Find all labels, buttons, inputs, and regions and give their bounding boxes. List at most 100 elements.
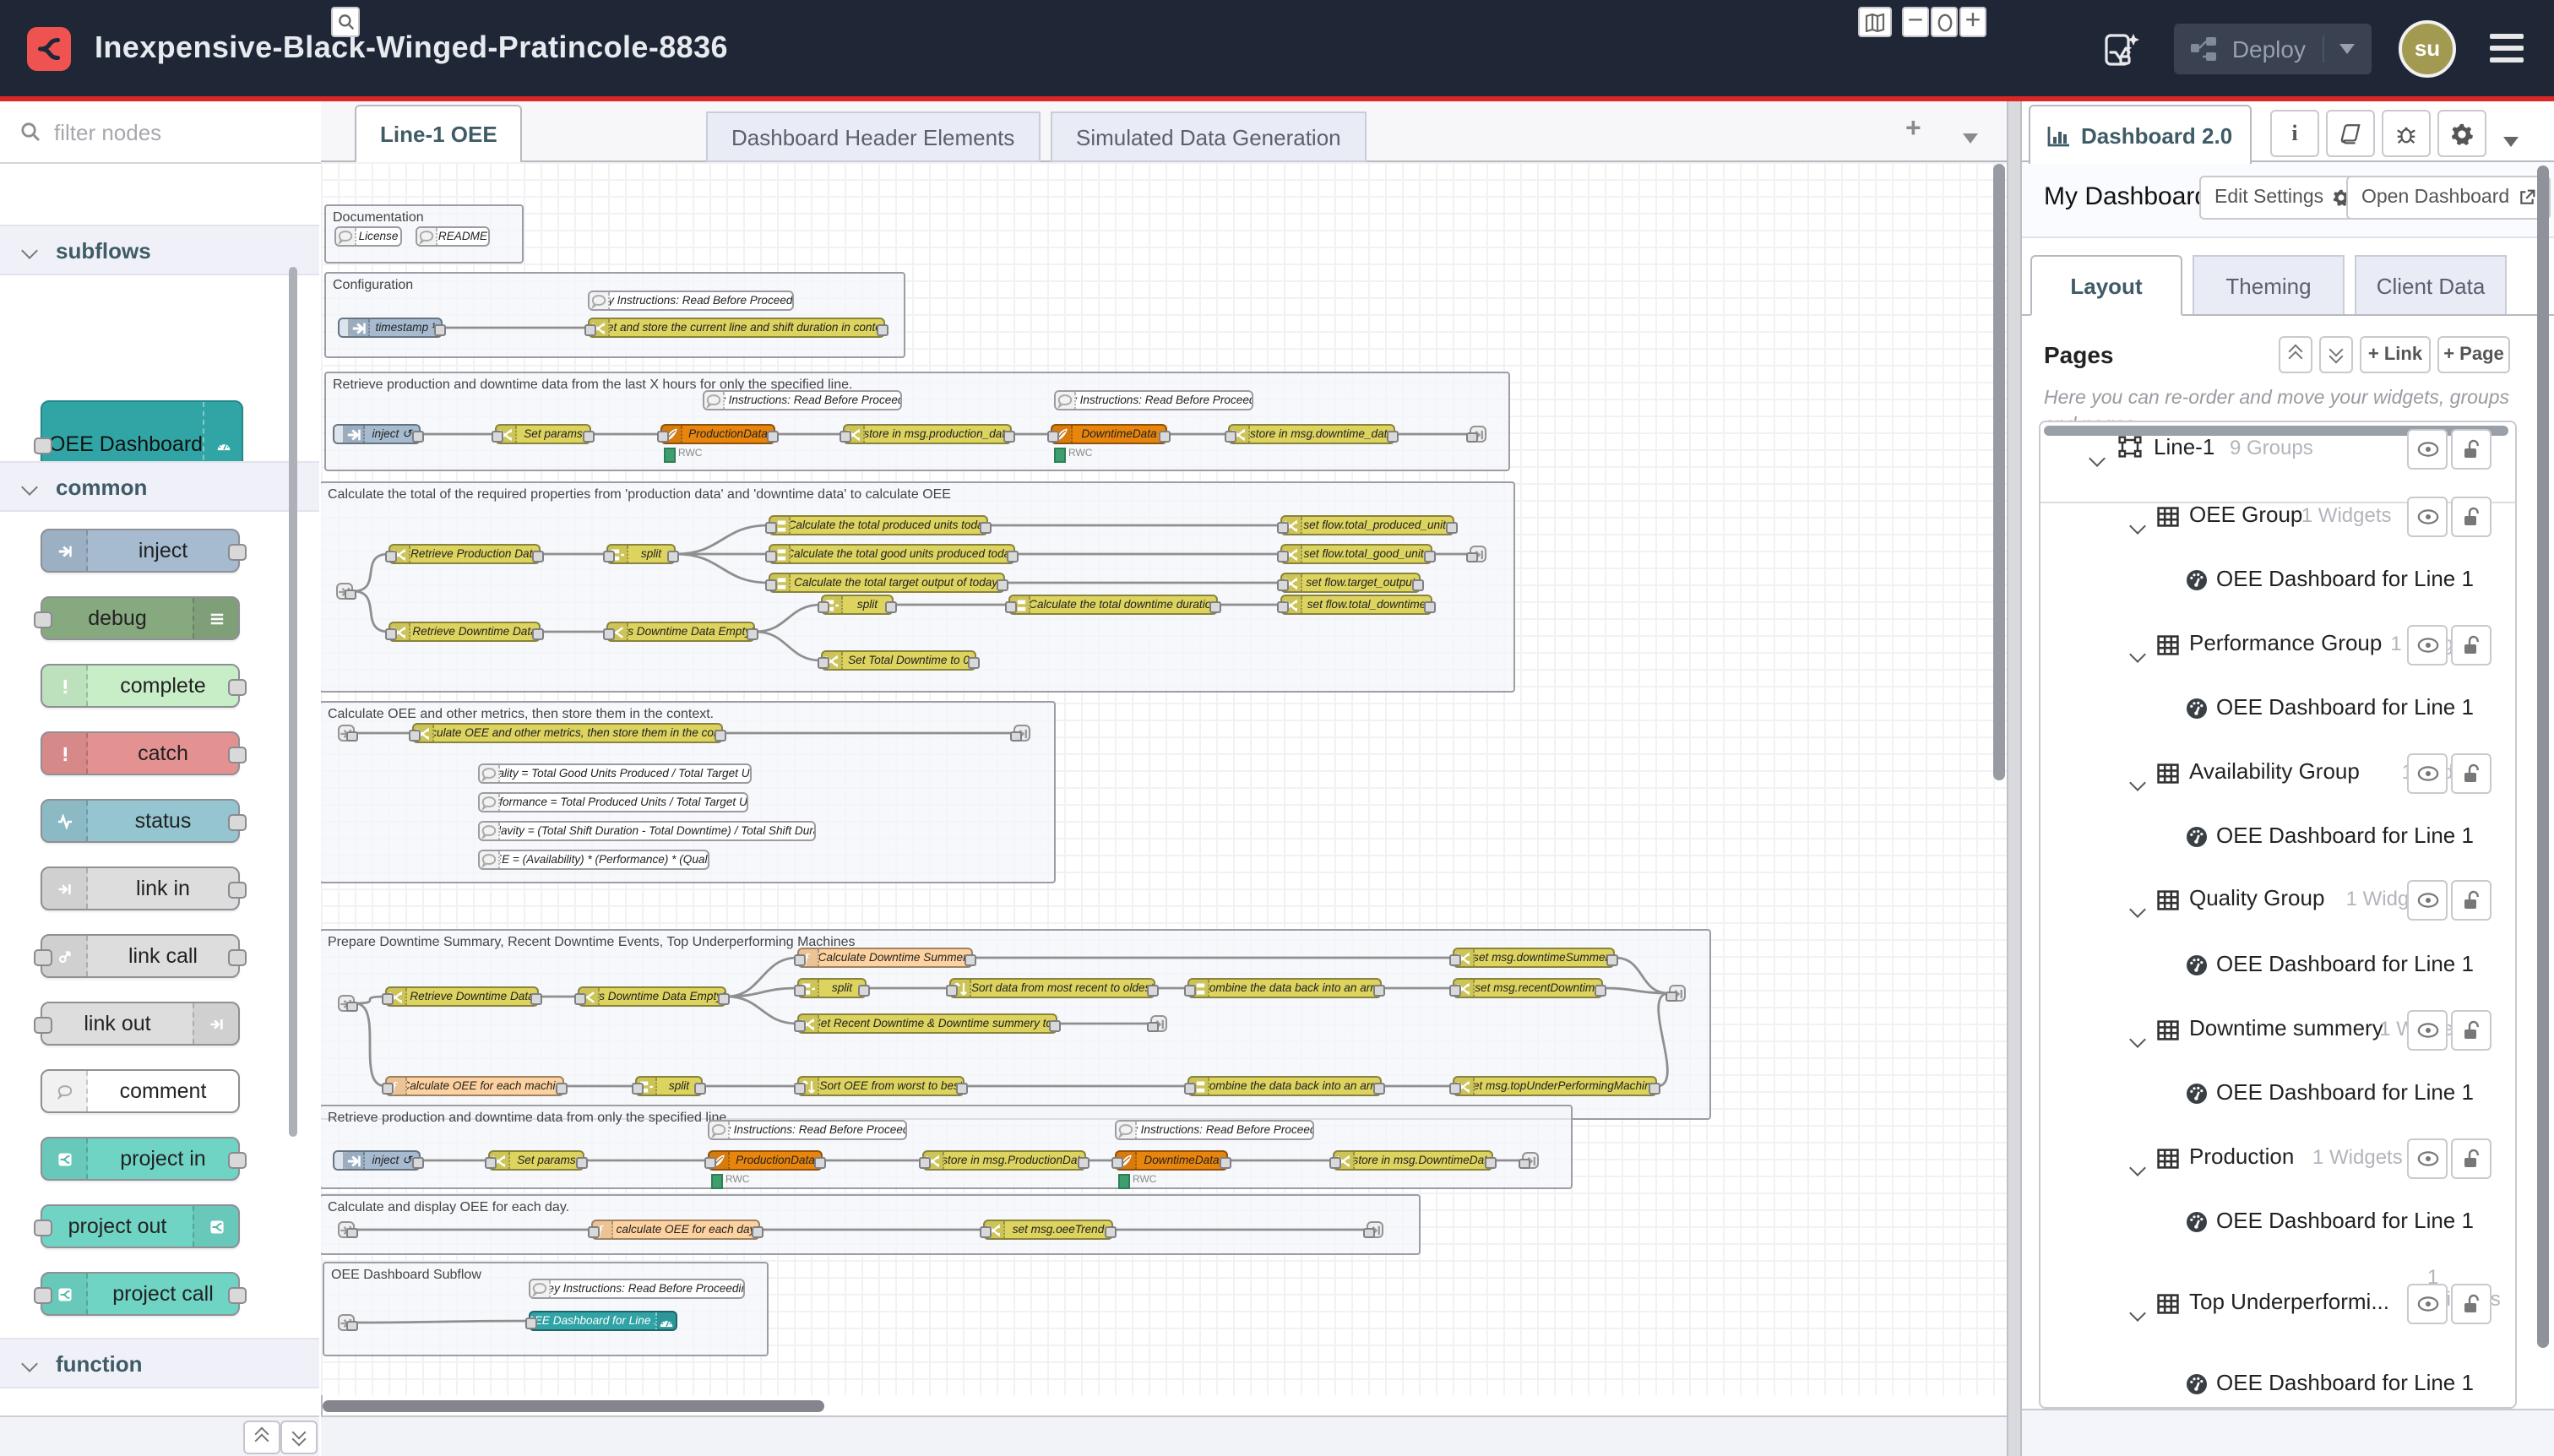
node-OEE-=-(Availability)-*-(Performance)-*-([interactable]: OEE = (Availability) * (Performance) * (… — [478, 850, 709, 870]
port[interactable] — [1666, 991, 1677, 1002]
tree-row-widget[interactable]: OEE Dashboard for Line 1 — [2040, 1193, 2515, 1250]
port[interactable] — [525, 1317, 537, 1328]
open-dashboard-button[interactable]: Open Dashboard — [2346, 176, 2550, 220]
tab-simulated-data-generation[interactable]: Simulated Data Generation — [1051, 111, 1367, 162]
port[interactable] — [919, 1157, 931, 1168]
tab-theming[interactable]: Theming — [2193, 255, 2345, 316]
tab-dashboard-header-elements[interactable]: Dashboard Header Elements — [706, 111, 1040, 162]
node-Is-Downtime-Data-Empty?[interactable]: Is Downtime Data Empty? — [606, 622, 755, 642]
port[interactable] — [1519, 1158, 1530, 1169]
tree-row-page[interactable]: Line-1 9 Groups — [2040, 421, 2515, 476]
chevron-down-icon[interactable] — [2132, 1152, 2144, 1182]
palette-section-function[interactable]: function — [0, 1338, 319, 1388]
node-set-msg.topUnderPerformingMachines[interactable]: set msg.topUnderPerformingMachines — [1453, 1076, 1657, 1096]
node-Retrieve-Production-Data[interactable]: Retrieve Production Data — [389, 544, 541, 564]
port[interactable] — [556, 1083, 568, 1094]
node-Retrieve-Downtime-Data[interactable]: Retrieve Downtime Data — [389, 622, 541, 642]
port[interactable] — [228, 1152, 247, 1169]
lock-toggle-button[interactable] — [2451, 429, 2492, 470]
port[interactable] — [1049, 1020, 1061, 1031]
palette-scrollbar[interactable] — [289, 267, 297, 1137]
sidebar-resize-handle[interactable] — [2007, 101, 2022, 1456]
canvas-search-button[interactable] — [331, 7, 360, 37]
tree-row-widget[interactable]: OEE Dashboard for Line 1 — [2040, 551, 2515, 608]
visibility-toggle-button[interactable] — [2407, 1138, 2448, 1179]
node-Key-Instructions:-Read-Before-Proceeding[interactable]: Key Instructions: Read Before Proceeding — [1115, 1120, 1314, 1140]
config-nodes-tab-button[interactable] — [2437, 110, 2486, 157]
port[interactable] — [34, 1017, 52, 1034]
help-tab-button[interactable] — [2326, 110, 2375, 157]
port[interactable] — [997, 579, 1008, 590]
port[interactable] — [1277, 522, 1289, 533]
port[interactable] — [1649, 1083, 1660, 1094]
sidebar-tabs-dropdown[interactable] — [2503, 125, 2519, 155]
node-Key-Instructions:-Read-Before-Proceeding[interactable]: Key Instructions: Read Before Proceeding — [529, 1279, 745, 1299]
port[interactable] — [588, 1226, 600, 1237]
edit-settings-button[interactable]: Edit Settings — [2199, 176, 2364, 220]
port[interactable] — [1111, 1157, 1123, 1168]
zoom-in-button[interactable]: + — [1959, 7, 1986, 37]
node-store-in-msg.ProductionData[interactable]: store in msg.ProductionData — [922, 1150, 1086, 1171]
node-linkout[interactable] — [1470, 426, 1486, 443]
port[interactable] — [382, 1083, 394, 1094]
port[interactable] — [1184, 1083, 1196, 1094]
node-store-in-msg.downtime_data[interactable]: store in msg.downtime_data — [1228, 424, 1395, 444]
node-linkin[interactable] — [338, 1221, 355, 1238]
tree-row-widget[interactable]: OEE Dashboard for Line 1 — [2040, 807, 2515, 865]
port[interactable] — [877, 324, 888, 335]
palette-node-debug[interactable]: debug — [41, 596, 240, 640]
chevron-down-icon[interactable] — [2091, 443, 2103, 473]
palette-node-link-call[interactable]: link call — [41, 934, 240, 978]
port[interactable] — [794, 954, 806, 965]
node-set-flow.total_produced_units[interactable]: set flow.total_produced_units — [1280, 515, 1454, 535]
tree-row-group[interactable]: Production 1 Widgets — [2040, 1128, 2515, 1186]
port[interactable] — [840, 431, 851, 442]
node-Key-Instructions:-Read-Before-Proceeding[interactable]: Key Instructions: Read Before Proceeding — [708, 1120, 907, 1140]
port[interactable] — [1329, 1157, 1341, 1168]
node-calculate-OEE-for-each-day[interactable]: fcalculate OEE for each day — [591, 1220, 760, 1240]
port[interactable] — [603, 551, 615, 562]
port[interactable] — [1466, 551, 1478, 562]
sidebar-scrollbar[interactable] — [2537, 166, 2549, 1348]
port[interactable] — [34, 949, 52, 966]
chevron-down-icon[interactable] — [2132, 767, 2144, 797]
port[interactable] — [34, 1220, 52, 1236]
palette-node-catch[interactable]: catch — [41, 731, 240, 775]
port[interactable] — [1449, 1083, 1461, 1094]
port[interactable] — [1003, 431, 1015, 442]
port[interactable] — [657, 431, 669, 442]
port[interactable] — [228, 747, 247, 763]
node-Set-params[interactable]: Set params — [488, 1150, 584, 1171]
node-set-flow.target_output[interactable]: set flow.target_output — [1280, 573, 1421, 593]
node-Set-params[interactable]: Set params — [495, 424, 591, 444]
tree-row-group[interactable]: Top Underperformi... 1 Widgets — [2040, 1274, 2515, 1331]
node-Set-and-store-the-current-line-and-shift[interactable]: Set and store the current line and shift… — [588, 318, 885, 338]
port[interactable] — [814, 1157, 826, 1168]
port[interactable] — [765, 522, 777, 533]
port[interactable] — [1412, 579, 1424, 590]
node-split[interactable]: split — [635, 1076, 703, 1096]
palette-node-link-out[interactable]: link out — [41, 1002, 240, 1046]
port[interactable] — [228, 679, 247, 696]
visibility-toggle-button[interactable] — [2407, 1010, 2448, 1051]
node-Calculate-OEE-and-other-metrics,-then-st[interactable]: Calculate OEE and other metrics, then st… — [412, 723, 723, 743]
port[interactable] — [752, 1226, 763, 1237]
visibility-toggle-button[interactable] — [2407, 429, 2448, 470]
port[interactable] — [228, 544, 247, 561]
tab-layout[interactable]: Layout — [2030, 255, 2182, 316]
port[interactable] — [1007, 551, 1019, 562]
node-inject-↺[interactable]: inject ↺ — [333, 1150, 421, 1171]
palette-node-project-in[interactable]: project in — [41, 1137, 240, 1181]
port[interactable] — [765, 579, 777, 590]
node-Is-Downtime-Data-Empty?[interactable]: Is Downtime Data Empty? — [578, 986, 726, 1007]
node-ProductionData[interactable]: ProductionData — [708, 1150, 823, 1171]
node-Key-Instructions:-Read-Before-Proceeding[interactable]: Key Instructions: Read Before Proceeding — [1054, 390, 1253, 410]
visibility-toggle-button[interactable] — [2407, 497, 2448, 537]
info-tab-button[interactable]: i — [2270, 110, 2319, 157]
chevron-down-icon[interactable] — [2132, 510, 2144, 541]
chevron-down-icon[interactable] — [2132, 1024, 2144, 1054]
palette-node-link-in[interactable]: link in — [41, 867, 240, 910]
port[interactable] — [603, 628, 615, 639]
palette-node-status[interactable]: status — [41, 799, 240, 843]
debug-tab-button[interactable] — [2382, 110, 2431, 157]
